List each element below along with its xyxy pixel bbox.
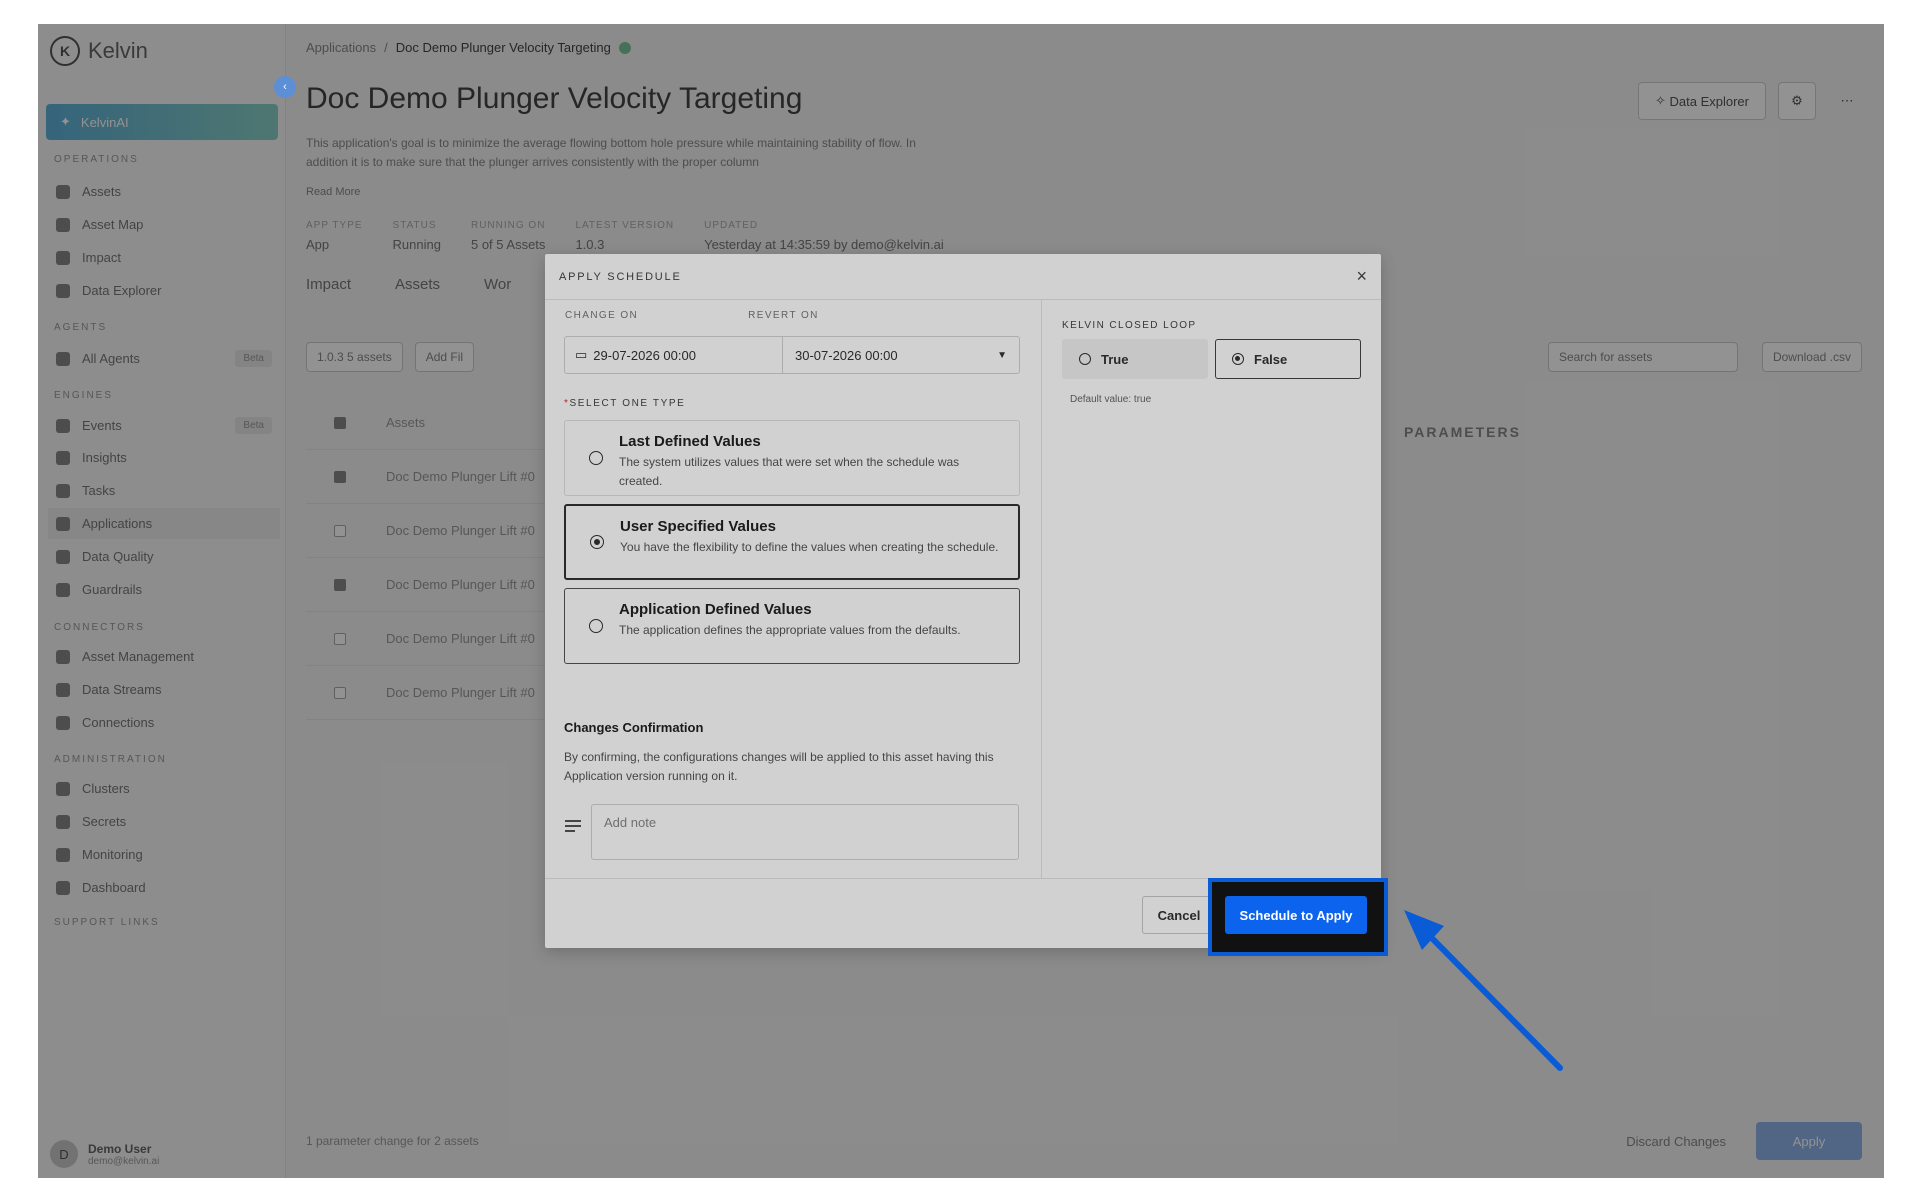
radio-button[interactable] <box>589 619 603 633</box>
radio-button-selected[interactable] <box>590 535 604 549</box>
closed-loop-toggle: True False <box>1062 339 1361 379</box>
option-title: Application Defined Values <box>619 601 812 618</box>
option-title: User Specified Values <box>620 518 776 535</box>
confirmation-title: Changes Confirmation <box>564 720 704 735</box>
option-user-specified-values[interactable]: User Specified Values You have the flexi… <box>564 504 1020 580</box>
radio-icon <box>1079 353 1091 365</box>
dialog-header: APPLY SCHEDULE × <box>545 254 1381 300</box>
revert-on-label: REVERT ON <box>748 310 819 321</box>
default-value-hint: Default value: true <box>1070 394 1152 405</box>
closed-loop-true-option[interactable]: True <box>1062 339 1208 379</box>
note-input[interactable]: Add note <box>591 804 1019 860</box>
select-type-label: *SELECT ONE TYPE <box>564 398 686 409</box>
dialog-title: APPLY SCHEDULE <box>559 270 682 283</box>
change-on-field[interactable]: ▭ 29-07-2026 00:00 <box>565 337 783 373</box>
schedule-to-apply-button[interactable]: Schedule to Apply <box>1225 896 1367 934</box>
radio-button[interactable] <box>589 451 603 465</box>
notes-icon <box>565 820 581 835</box>
option-last-defined-values[interactable]: Last Defined Values The system utilizes … <box>564 420 1020 496</box>
closed-loop-label: KELVIN CLOSED LOOP <box>1062 320 1197 331</box>
date-labels: CHANGE ON REVERT ON <box>565 310 819 321</box>
cancel-button[interactable]: Cancel <box>1142 896 1216 934</box>
parameter-values: KELVIN CLOSED LOOP True False Default va… <box>1042 300 1381 878</box>
revert-on-field[interactable]: 30-07-2026 00:00 <box>783 348 997 363</box>
apply-schedule-dialog: APPLY SCHEDULE × CHANGE ON REVERT ON ▭ 29… <box>545 254 1381 948</box>
option-description: The application defines the appropriate … <box>619 623 961 637</box>
date-range-picker[interactable]: ▭ 29-07-2026 00:00 30-07-2026 00:00 ▼ <box>564 336 1020 374</box>
change-on-label: CHANGE ON <box>565 310 639 321</box>
closed-loop-false-option[interactable]: False <box>1215 339 1361 379</box>
schedule-settings: CHANGE ON REVERT ON ▭ 29-07-2026 00:00 30… <box>545 300 1042 878</box>
confirmation-description: By confirming, the configurations change… <box>564 750 994 783</box>
close-icon[interactable]: × <box>1356 266 1367 287</box>
option-title: Last Defined Values <box>619 433 761 450</box>
chevron-down-icon[interactable]: ▼ <box>997 350 1019 361</box>
option-description: You have the flexibility to define the v… <box>620 540 999 554</box>
calendar-icon: ▭ <box>575 347 588 362</box>
option-application-defined-values[interactable]: Application Defined Values The applicati… <box>564 588 1020 664</box>
option-description: The system utilizes values that were set… <box>619 455 960 488</box>
radio-selected-icon <box>1232 353 1244 365</box>
collapse-sidebar-icon[interactable]: ‹ <box>274 76 296 98</box>
